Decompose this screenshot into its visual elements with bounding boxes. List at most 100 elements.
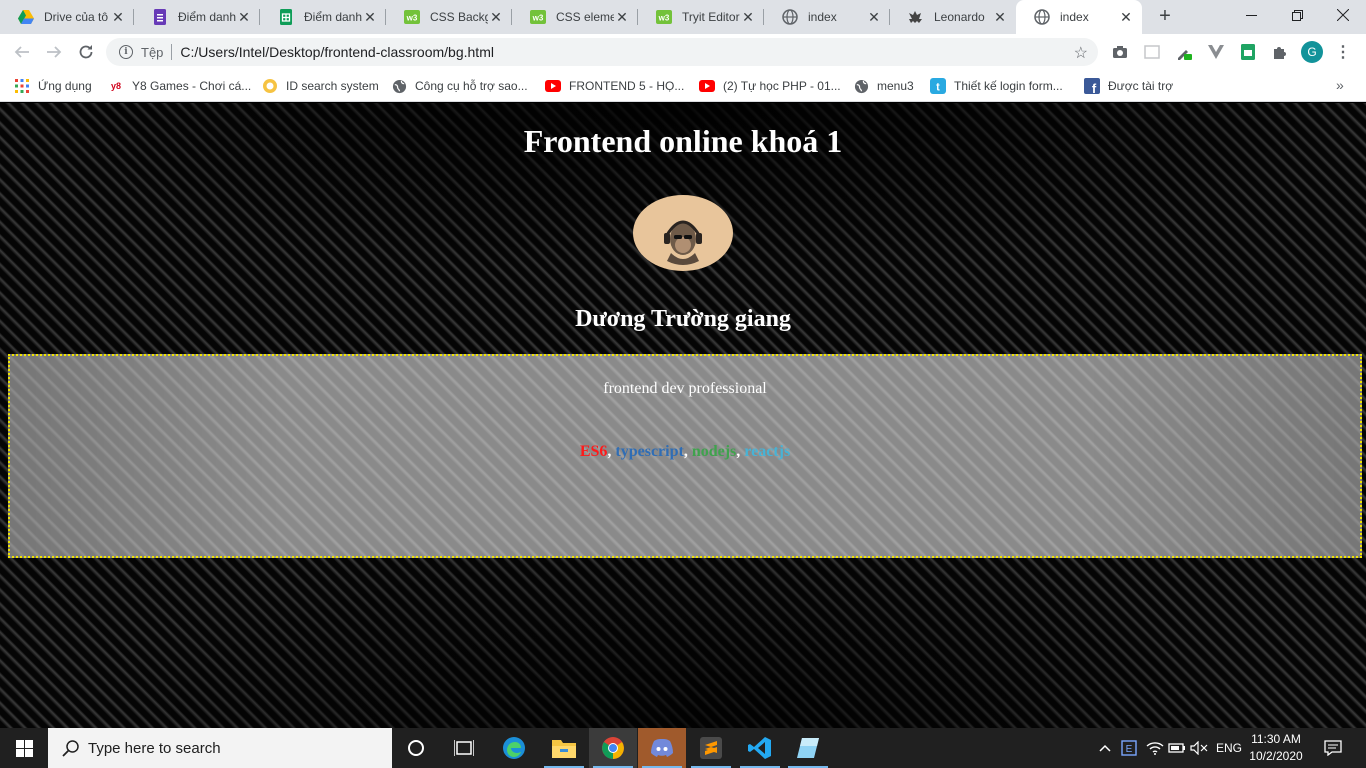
reload-icon (79, 45, 93, 59)
tab-sheets[interactable]: Điểm danh ✕ (260, 0, 386, 34)
tab-index-active[interactable]: index ✕ (1016, 0, 1142, 34)
clock-date: 10/2/2020 (1249, 749, 1303, 763)
bookmark-frontend5[interactable]: FRONTEND 5 - HỌ... (545, 76, 684, 96)
tab-css-background[interactable]: w3 CSS Backgro ✕ (386, 0, 512, 34)
close-tab-icon[interactable]: ✕ (866, 9, 882, 25)
person-name: Dương Trường giang (575, 306, 791, 332)
facebook-icon: f (1084, 78, 1100, 94)
extensions-puzzle-icon[interactable] (1270, 42, 1290, 62)
show-hidden-icons-chevron-icon[interactable] (1096, 728, 1114, 768)
bookmark-id-search[interactable]: ID search system (262, 76, 379, 96)
tumblr-icon: t (930, 78, 946, 94)
bookmark-cong-cu[interactable]: Công cụ hỗ trợ sao... (391, 76, 528, 96)
address-bar[interactable]: i Tệp C:/Users/Intel/Desktop/frontend-cl… (106, 38, 1098, 66)
close-tab-icon[interactable]: ✕ (992, 9, 1008, 25)
system-clock[interactable]: 11:30 AM 10/2/2020 (1246, 731, 1306, 765)
tab-leonardo[interactable]: Leonardo ✕ (890, 0, 1016, 34)
bookmark-login-form[interactable]: t Thiết kế login form... (930, 76, 1063, 96)
taskbar-sublime-text[interactable] (687, 728, 735, 768)
tab-tryit-editor[interactable]: w3 Tryit Editor ✕ (638, 0, 764, 34)
taskbar-file-explorer[interactable] (540, 728, 588, 768)
bookmark-menu3[interactable]: menu3 (853, 76, 914, 96)
close-tab-icon[interactable]: ✕ (362, 9, 378, 25)
tab-forms[interactable]: Điểm danh ✕ (134, 0, 260, 34)
close-tab-icon[interactable]: ✕ (740, 9, 756, 25)
taskbar-vscode[interactable] (736, 728, 784, 768)
minimize-button[interactable] (1228, 0, 1274, 30)
camera-icon[interactable] (1110, 42, 1130, 62)
close-tab-icon[interactable]: ✕ (110, 9, 126, 25)
bookmark-label: Được tài trợ (1108, 79, 1174, 93)
forward-arrow-icon (47, 46, 62, 58)
edge-icon (503, 737, 525, 759)
new-tab-button[interactable]: + (1154, 5, 1176, 27)
skill-separator: , (683, 443, 692, 460)
volume-muted-icon[interactable] (1188, 728, 1210, 768)
close-window-button[interactable] (1320, 0, 1366, 30)
bookmark-label: Ứng dụng (38, 79, 92, 93)
vue-extension-icon[interactable] (1206, 42, 1226, 62)
tab-title: Tryit Editor (682, 10, 740, 24)
omnibox-divider (171, 44, 173, 60)
wifi-icon[interactable] (1144, 728, 1166, 768)
task-view-button[interactable] (440, 728, 488, 768)
windows-logo-icon (15, 739, 33, 757)
site-info-icon[interactable]: i (119, 45, 133, 59)
scheme-label: Tệp (141, 44, 164, 60)
chrome-menu-icon[interactable]: ⋮ (1335, 42, 1351, 62)
restore-button[interactable] (1274, 0, 1320, 30)
bookmarks-bar: Ứng dụng y8 Y8 Games - Chơi cá... ID sea… (0, 70, 1366, 102)
globe-icon (391, 78, 407, 94)
cortana-button[interactable] (392, 728, 440, 768)
svg-text:t: t (936, 82, 940, 94)
taskbar-discord[interactable] (638, 728, 686, 768)
bookmark-sponsored[interactable]: f Được tài trợ (1084, 76, 1173, 96)
eyedropper-extension-icon[interactable] (1174, 42, 1194, 62)
bookmark-label: Công cụ hỗ trợ sao... (415, 79, 528, 93)
taskbar-chrome[interactable] (589, 728, 637, 768)
bookmark-tu-hoc-php[interactable]: (2) Tự học PHP - 01... (699, 76, 841, 96)
battery-icon[interactable] (1166, 728, 1188, 768)
leonardo-icon (908, 9, 924, 25)
tab-css-elements[interactable]: w3 CSS elemen ✕ (512, 0, 638, 34)
tab-index-1[interactable]: index ✕ (764, 0, 890, 34)
more-bookmarks-icon[interactable]: » (1336, 77, 1344, 93)
close-tab-icon[interactable]: ✕ (614, 9, 630, 25)
google-sheets-icon (278, 9, 294, 25)
start-button[interactable] (0, 728, 48, 768)
screenshot-extension-icon[interactable] (1142, 42, 1162, 62)
sheets-extension-icon[interactable] (1238, 42, 1258, 62)
taskbar-edge[interactable] (490, 728, 538, 768)
action-center-icon[interactable] (1318, 728, 1348, 768)
tab-title: index (1060, 10, 1089, 24)
tab-drive[interactable]: Drive của tô ✕ (0, 0, 134, 34)
bookmark-y8[interactable]: y8 Y8 Games - Chơi cá... (108, 76, 251, 96)
avatar (633, 195, 733, 271)
w3schools-icon: w3 (404, 9, 420, 25)
bookmark-apps[interactable]: Ứng dụng (14, 76, 92, 96)
close-tab-icon[interactable]: ✕ (1118, 9, 1134, 25)
task-view-icon (454, 740, 474, 756)
language-indicator[interactable]: ENG (1212, 728, 1246, 768)
bookmark-label: ID search system (286, 79, 379, 93)
forward-button[interactable] (40, 38, 68, 66)
bookmark-star-icon[interactable]: ☆ (1074, 43, 1088, 63)
profile-avatar[interactable]: G (1301, 41, 1323, 63)
cortana-circle-icon (408, 740, 424, 756)
close-tab-icon[interactable]: ✕ (488, 9, 504, 25)
input-method-icon[interactable]: E (1118, 728, 1140, 768)
clock-time: 11:30 AM (1251, 732, 1301, 746)
bookmark-label: FRONTEND 5 - HỌ... (569, 79, 685, 93)
url-text[interactable]: C:/Users/Intel/Desktop/frontend-classroo… (180, 44, 494, 60)
svg-text:E: E (1126, 744, 1133, 755)
y8-icon: y8 (110, 81, 121, 91)
back-button[interactable] (8, 38, 36, 66)
taskbar-search-box[interactable]: Type here to search (48, 728, 392, 768)
back-arrow-icon (14, 46, 29, 58)
google-drive-icon (18, 9, 34, 25)
tab-title: Điểm danh (178, 10, 236, 24)
reload-button[interactable] (72, 38, 100, 66)
tab-title: CSS Backgro (430, 10, 488, 24)
close-tab-icon[interactable]: ✕ (236, 9, 252, 25)
taskbar-notes-app[interactable] (784, 728, 832, 768)
